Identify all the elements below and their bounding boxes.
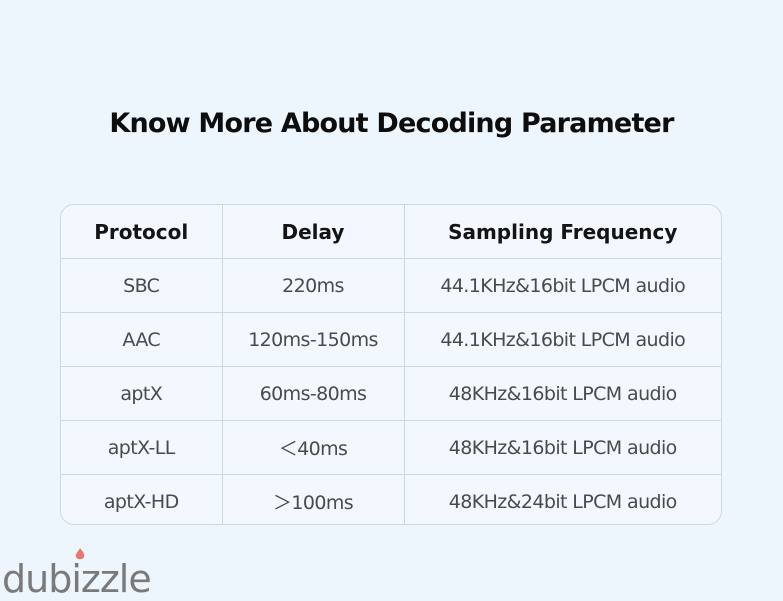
header-protocol: Protocol [61,205,223,259]
cell-sampling-frequency: 44.1KHz&16bit LPCM audio [404,312,721,367]
dubizzle-watermark-logo: dubizzle [2,548,152,601]
cell-delay: 120ms-150ms [222,312,405,367]
header-delay: Delay [222,205,405,259]
cell-sampling-frequency: 48KHz&16bit LPCM audio [404,366,721,421]
table-row: aptX-HD ＞100ms 48KHz&24bit LPCM audio [61,474,721,524]
table-row: AAC 120ms-150ms 44.1KHz&16bit LPCM audio [61,312,721,367]
cell-delay: 220ms [222,258,405,313]
table-header-row: Protocol Delay Sampling Frequency [61,205,721,259]
cell-sampling-frequency: 48KHz&16bit LPCM audio [404,420,721,475]
cell-protocol: aptX-HD [61,474,223,524]
cell-protocol: aptX [61,366,223,421]
cell-delay: 60ms-80ms [222,366,405,421]
flame-icon [75,548,85,560]
table-row: aptX-LL ＜40ms 48KHz&16bit LPCM audio [61,420,721,475]
cell-protocol: SBC [61,258,223,313]
header-sampling-frequency: Sampling Frequency [404,205,721,259]
page-title: Know More About Decoding Parameter [109,108,674,139]
cell-delay: ＞100ms [222,474,405,524]
decoding-parameter-table: Protocol Delay Sampling Frequency SBC 22… [60,204,722,525]
cell-protocol: AAC [61,312,223,367]
cell-protocol: aptX-LL [61,420,223,475]
table-row: aptX 60ms-80ms 48KHz&16bit LPCM audio [61,366,721,421]
cell-delay: ＜40ms [222,420,405,475]
cell-sampling-frequency: 48KHz&24bit LPCM audio [448,490,678,513]
watermark-text: dubizzle [2,557,152,601]
table-row: SBC 220ms 44.1KHz&16bit LPCM audio [61,258,721,313]
cell-sampling-frequency: 44.1KHz&16bit LPCM audio [404,258,721,313]
